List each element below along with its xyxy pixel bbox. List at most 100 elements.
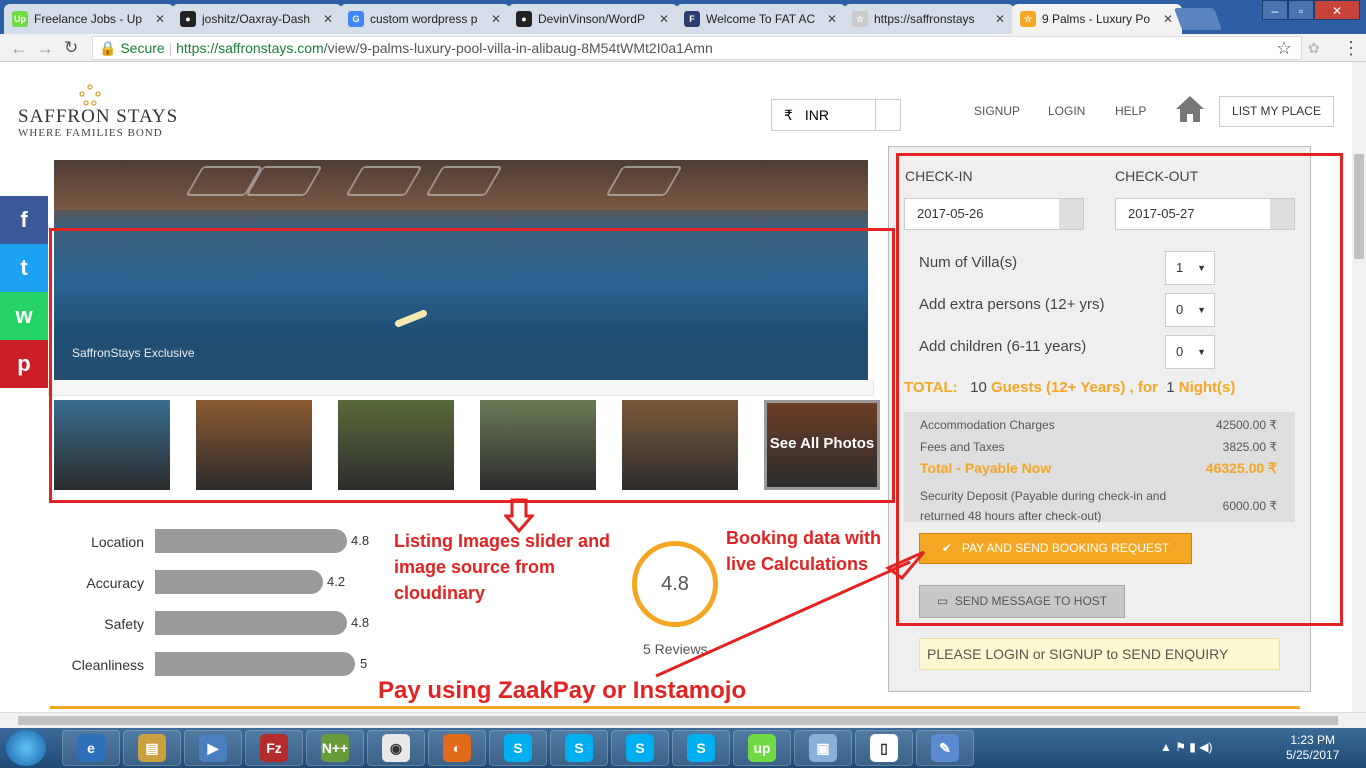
skype-icon[interactable]: S — [611, 730, 669, 766]
virtualbox-icon[interactable]: ▣ — [794, 730, 852, 766]
currency-select[interactable]: ₹ INR — [771, 99, 901, 131]
close-tab-icon[interactable]: ✕ — [992, 12, 1008, 26]
rating-label-accuracy: Accuracy — [86, 575, 144, 591]
star-icon: ☆ — [1020, 11, 1036, 27]
twitter-icon[interactable]: t — [0, 244, 48, 292]
browser-tab-bar: Up Freelance Jobs - Up ✕ ● joshitz/Oaxray-Da… — [0, 0, 1366, 34]
browser-tab[interactable]: Gcustom wordpress p ✕ — [340, 4, 510, 34]
pinterest-icon[interactable]: p — [0, 340, 48, 388]
skype-icon[interactable]: S — [672, 730, 730, 766]
upwork-icon: Up — [12, 11, 28, 27]
browser-tab[interactable]: ● joshitz/Oaxray-Dash ✕ — [172, 4, 342, 34]
tab-title: https://saffronstays — [874, 12, 975, 26]
rating-label-location: Location — [91, 534, 144, 550]
clock-date: 5/25/2017 — [1286, 748, 1340, 762]
rating-bar-cleanliness — [155, 652, 355, 676]
brand-name: SAFFRON STAYS — [18, 106, 179, 127]
home-icon[interactable] — [1175, 95, 1205, 123]
scrollbar-thumb[interactable] — [1354, 154, 1364, 259]
annotation-box-slider — [49, 228, 895, 503]
nav-signup[interactable]: SIGNUP — [974, 104, 1020, 118]
chrome-icon[interactable]: ◉ — [367, 730, 425, 766]
rupee-icon: ₹ — [784, 107, 793, 123]
star-icon: ☆ — [852, 11, 868, 27]
rating-value-accuracy: 4.2 — [327, 574, 346, 589]
annotation-booking-note: Booking data with live Calculations — [726, 528, 881, 574]
rating-bar-location — [155, 529, 347, 553]
github-icon: ● — [516, 11, 532, 27]
paint-icon[interactable]: ✎ — [916, 730, 974, 766]
ie-icon[interactable]: e — [62, 730, 120, 766]
close-tab-icon[interactable]: ✕ — [1160, 12, 1176, 26]
github-icon: ● — [180, 11, 196, 27]
close-tab-icon[interactable]: ✕ — [320, 12, 336, 26]
tab-title: 9 Palms - Luxury Po — [1042, 12, 1151, 26]
menu-icon[interactable]: ⋮ — [1342, 38, 1360, 59]
explorer-icon[interactable]: ▤ — [123, 730, 181, 766]
browser-tab[interactable]: ☆ https://saffronstays ✕ — [844, 4, 1014, 34]
lock-icon: 🔒 — [99, 40, 117, 56]
secure-label: Secure — [120, 40, 165, 56]
filezilla-icon[interactable]: Fz — [245, 730, 303, 766]
document-icon[interactable]: ▯ — [855, 730, 913, 766]
tab-title: DevinVinson/WordP — [538, 12, 645, 26]
rating-value-location: 4.8 — [351, 533, 370, 548]
upwork-icon[interactable]: up — [733, 730, 791, 766]
rating-bar-safety — [155, 611, 347, 635]
bookmark-star-icon[interactable]: ☆ — [1276, 38, 1292, 59]
tab-title: Freelance Jobs - Up — [34, 12, 143, 26]
logo-mark-icon — [79, 84, 101, 106]
annotation-slider-note: Listing Images slider and image source f… — [394, 531, 611, 603]
system-tray[interactable]: ▲ ⚑ ▮ ◀) — [1160, 740, 1212, 754]
back-icon[interactable]: ← — [10, 38, 28, 59]
list-my-place-button[interactable]: LIST MY PLACE — [1219, 96, 1334, 127]
skype-icon[interactable]: S — [550, 730, 608, 766]
tab-title: joshitz/Oaxray-Dash — [202, 12, 311, 26]
rating-label-cleanliness: Cleanliness — [71, 657, 144, 673]
windows-taskbar: ▲ ⚑ ▮ ◀) 1:23 PM 5/25/2017 e ▤ ▶ Fz N++ ◉ ◐ S S S… — [0, 728, 1366, 768]
horizontal-scrollbar[interactable] — [0, 712, 1366, 728]
google-icon: G — [348, 11, 364, 27]
facebook-icon[interactable]: f — [0, 196, 48, 244]
close-tab-icon[interactable]: ✕ — [656, 12, 672, 26]
minimize-button[interactable]: – — [1262, 0, 1288, 20]
address-toolbar: ← → ↻ 🔒 Secure | https://saffronstays.co… — [0, 34, 1366, 62]
site-icon: F — [684, 11, 700, 27]
notepadpp-icon[interactable]: N++ — [306, 730, 364, 766]
tab-title: Welcome To FAT AC — [706, 12, 816, 26]
vertical-scrollbar[interactable] — [1352, 62, 1366, 712]
url-path: /view/9-palms-luxury-pool-villa-in-aliba… — [323, 40, 713, 56]
rating-label-safety: Safety — [104, 616, 144, 632]
maximize-button[interactable]: ▫ — [1288, 0, 1314, 20]
browser-tab[interactable]: ☆ 9 Palms - Luxury Po ✕ — [1012, 4, 1182, 34]
clock[interactable]: 1:23 PM 5/25/2017 — [1286, 733, 1339, 763]
browser-tab[interactable]: ● DevinVinson/WordP ✕ — [508, 4, 678, 34]
nav-help[interactable]: HELP — [1115, 104, 1146, 118]
close-tab-icon[interactable]: ✕ — [824, 12, 840, 26]
nav-login[interactable]: LOGIN — [1048, 104, 1085, 118]
browser-tab[interactable]: Up Freelance Jobs - Up ✕ — [4, 4, 174, 34]
section-divider — [50, 706, 1300, 709]
reload-icon[interactable]: ↻ — [64, 38, 78, 58]
extension-icon[interactable]: ✿ — [1308, 40, 1320, 57]
tab-title: custom wordpress p — [370, 12, 478, 26]
rating-value-safety: 4.8 — [351, 615, 370, 630]
new-tab-button[interactable] — [1173, 8, 1223, 30]
browser-tab[interactable]: F Welcome To FAT AC ✕ — [676, 4, 846, 34]
skype-icon[interactable]: S — [489, 730, 547, 766]
forward-icon[interactable]: → — [36, 38, 54, 59]
currency-value: INR — [804, 107, 829, 123]
clock-time: 1:23 PM — [1290, 733, 1336, 747]
close-tab-icon[interactable]: ✕ — [152, 12, 168, 26]
scrollbar-thumb[interactable] — [18, 716, 1338, 725]
url-bar[interactable]: 🔒 Secure | https://saffronstays.com/view… — [92, 36, 1302, 60]
whatsapp-icon[interactable]: w — [0, 292, 48, 340]
start-button[interactable] — [6, 730, 46, 766]
annotation-box-booking — [896, 153, 1343, 626]
media-player-icon[interactable]: ▶ — [184, 730, 242, 766]
close-tab-icon[interactable]: ✕ — [488, 12, 504, 26]
firefox-icon[interactable]: ◐ — [428, 730, 486, 766]
rating-bar-accuracy — [155, 570, 323, 594]
close-window-button[interactable]: ✕ — [1314, 0, 1360, 20]
login-notice[interactable]: PLEASE LOGIN or SIGNUP to SEND ENQUIRY — [919, 638, 1280, 670]
